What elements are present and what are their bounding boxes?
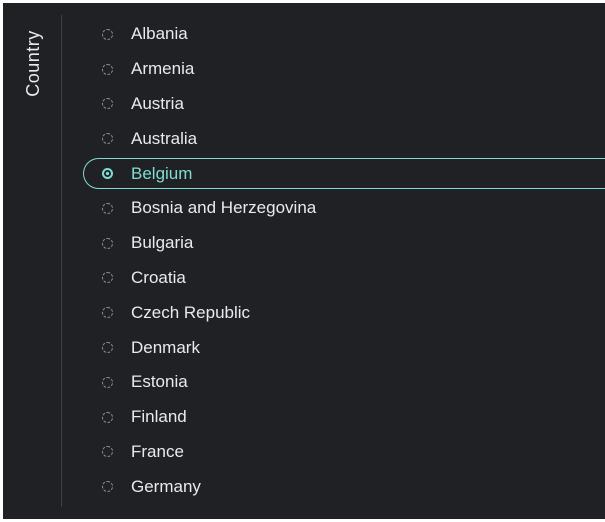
radio-icon[interactable]: [102, 376, 113, 388]
country-label: Bulgaria: [131, 233, 194, 253]
radio-icon[interactable]: [102, 342, 113, 354]
section-title: Country: [19, 15, 47, 111]
country-option[interactable]: Finland: [81, 400, 605, 435]
country-option[interactable]: Albania: [81, 17, 605, 52]
country-label: Denmark: [131, 337, 200, 357]
divider: [61, 15, 62, 507]
radio-selected-icon[interactable]: [102, 168, 113, 180]
country-option[interactable]: Australia: [81, 121, 605, 156]
country-label: Czech Republic: [131, 302, 251, 322]
country-option[interactable]: France: [81, 435, 605, 470]
country-label: Estonia: [131, 372, 188, 392]
country-option[interactable]: Austria: [81, 87, 605, 122]
radio-icon[interactable]: [102, 307, 113, 319]
country-label: Belgium: [131, 163, 193, 183]
country-label: Austria: [131, 93, 184, 113]
country-label: Albania: [131, 24, 188, 44]
country-option[interactable]: Estonia: [81, 365, 605, 400]
country-option[interactable]: Bulgaria: [81, 226, 605, 261]
country-label: Germany: [131, 476, 201, 496]
country-option[interactable]: Croatia: [81, 261, 605, 296]
country-label: Finland: [131, 407, 187, 427]
radio-icon[interactable]: [102, 272, 113, 284]
country-option[interactable]: Denmark: [81, 330, 605, 365]
radio-icon[interactable]: [102, 28, 113, 40]
radio-icon[interactable]: [102, 202, 113, 214]
country-option[interactable]: Bosnia and Herzegovina: [81, 191, 605, 226]
radio-icon[interactable]: [102, 237, 113, 249]
country-label: Armenia: [131, 59, 195, 79]
radio-icon[interactable]: [102, 63, 113, 75]
country-list: Albania Armenia Austria Australia Belgiu…: [81, 17, 605, 504]
country-option[interactable]: Germany: [81, 469, 605, 504]
radio-icon[interactable]: [102, 98, 113, 110]
radio-icon[interactable]: [102, 133, 113, 145]
section-title-label: Country: [22, 29, 43, 97]
country-option[interactable]: Czech Republic: [81, 295, 605, 330]
country-option[interactable]: Armenia: [81, 52, 605, 87]
country-option-selected[interactable]: Belgium: [81, 156, 605, 191]
country-label: Croatia: [131, 267, 186, 287]
radio-icon[interactable]: [102, 481, 113, 493]
country-panel: Country Albania Armenia Austria Australi…: [3, 3, 605, 519]
country-label: France: [131, 441, 184, 461]
country-label: Australia: [131, 128, 198, 148]
radio-icon[interactable]: [102, 446, 113, 458]
radio-icon[interactable]: [102, 411, 113, 423]
country-label: Bosnia and Herzegovina: [131, 198, 317, 218]
